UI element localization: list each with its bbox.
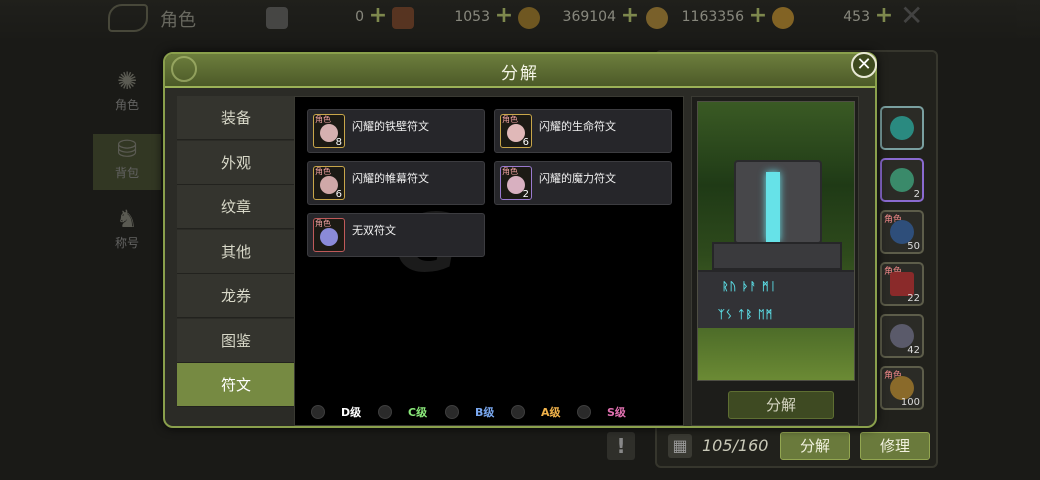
item-name: 闪耀的帷幕符文 [352,172,429,185]
dialog-header: 分解 [165,54,875,88]
inventory-slot[interactable]: 42 [880,314,924,358]
gem-icon [772,7,794,29]
rune-glyph-icon: ᛉᛊ ᛏᛒ ᛖᛗ [718,308,774,321]
item-icon [890,168,914,192]
item-name: 闪耀的铁壁符文 [352,120,429,133]
resource-counter-card: 0 + [266,5,388,29]
resource-value: 453 [843,9,870,25]
coin-ring-icon [518,7,540,29]
category-tabs: 装备 外观 纹章 其他 龙券 图鉴 符文 [177,96,301,408]
bg-nav-character[interactable]: ✺ 角色 [93,66,161,122]
grade-filter-a[interactable]: A级 [511,403,571,423]
rune-glyph-icon: ᚱᚢ ᚦᚨ ᛗᛁ [722,280,778,293]
rune-slot: 角色 6 [313,166,345,200]
card-icon [266,7,288,29]
crossed-swords-icon[interactable]: ✕ [900,2,926,30]
top-bar: 角色 0 + 1053 + 369104 + 1163356 + 453 + ✕ [0,0,1040,38]
add-plus-icon[interactable]: + [494,5,514,27]
inventory-slot[interactable]: 角色 50 [880,210,924,254]
tab-emblem[interactable]: 纹章 [177,185,295,229]
bg-nav-backpack[interactable]: ⛁ 背包 [93,134,161,190]
altar-middle [712,242,842,270]
preview-panel: ᚱᚢ ᚦᚨ ᛗᛁ ᛉᛊ ᛏᛒ ᛖᛗ 分解 [691,96,859,426]
screen-title: 角色 [160,10,196,31]
altar-glow [766,172,780,242]
radio-dot[interactable] [445,405,459,419]
inventory-slot[interactable]: 2 [880,158,924,202]
item-name: 无双符文 [352,224,396,237]
rune-slot: 角色 6 [500,114,532,148]
tab-equipment[interactable]: 装备 [177,96,295,140]
rune-slot: 角色 2 [500,166,532,200]
add-plus-icon[interactable]: + [368,5,388,27]
item-name: 闪耀的生命符文 [539,120,616,133]
resource-counter-coin: 369104 + [518,5,640,29]
grade-filter-c[interactable]: C级 [378,403,438,423]
item-list: G 角色 8 闪耀的铁壁符文 角色 6 闪耀的生命符文 角色 6 闪耀的帷幕符 [294,96,684,426]
tab-dragon-coupon[interactable]: 龙券 [177,274,295,318]
character-icon: ✺ [116,67,138,95]
radio-dot[interactable] [311,405,325,419]
list-item[interactable]: 角色 2 闪耀的魔力符文 [494,161,672,205]
rune-icon [320,228,338,246]
dialog-title: 分解 [501,64,539,84]
rune-slot: 角色 8 [313,114,345,148]
inventory-slot[interactable]: 角色 22 [880,262,924,306]
resource-counter-ticket: 1053 + [392,5,514,29]
backpack-icon: ⛁ [116,135,138,163]
tab-label: 符文 [220,376,251,394]
tab-codex[interactable]: 图鉴 [177,318,295,363]
grade-filter-b[interactable]: B级 [445,403,505,423]
resource-value: 0 [355,9,364,25]
grade-filter-d[interactable]: D级 [311,403,371,423]
bg-decompose-button[interactable]: 分解 [780,432,850,460]
ticket-icon [392,7,414,29]
rune-slot: 角色 [313,218,345,252]
resource-value: 1053 [454,9,490,25]
radio-dot[interactable] [577,405,591,419]
resource-counter-gold: 1163356 + [646,5,768,29]
gold-bag-icon [646,7,668,29]
bg-nav-title[interactable]: ♞ 称号 [93,204,161,260]
decompose-altar-image: ᚱᚢ ᚦᚨ ᛗᛁ ᛉᛊ ᛏᛒ ᛖᛗ [697,101,855,381]
grade-filter-s[interactable]: S级 [577,403,637,423]
tab-other[interactable]: 其他 [177,229,295,274]
inventory-slot[interactable] [880,106,924,150]
add-plus-icon[interactable]: + [874,5,894,27]
close-button[interactable]: ✕ [851,52,877,78]
inventory-slot[interactable]: 角色 100 [880,366,924,410]
game-logo-icon [108,4,148,32]
resource-value: 1163356 [681,9,744,25]
radio-dot[interactable] [378,405,392,419]
list-item[interactable]: 角色 8 闪耀的铁壁符文 [307,109,485,153]
add-plus-icon[interactable]: + [620,5,640,27]
list-item[interactable]: 角色 6 闪耀的生命符文 [494,109,672,153]
decompose-button[interactable]: 分解 [728,391,834,419]
tab-appearance[interactable]: 外观 [177,140,295,185]
resource-value: 369104 [562,9,616,25]
title-icon: ♞ [116,205,138,233]
add-plus-icon[interactable]: + [748,5,768,27]
repair-button[interactable]: 修理 [860,432,930,460]
decompose-dialog: 分解 ✕ 装备 外观 纹章 其他 龙券 图鉴 符文 G 角色 8 闪耀的铁壁符文… [163,52,877,428]
item-name: 闪耀的魔力符文 [539,172,616,185]
resource-counter-gem: 453 + [772,5,894,29]
radio-dot[interactable] [511,405,525,419]
list-item[interactable]: 角色 无双符文 [307,213,485,257]
inventory-capacity: 105/160 [702,436,769,455]
list-item[interactable]: 角色 6 闪耀的帷幕符文 [307,161,485,205]
alert-icon[interactable]: ! [607,432,635,460]
grid-view-icon[interactable]: ▦ [668,434,692,458]
item-icon [890,116,914,140]
tab-rune[interactable]: 符文 [177,363,301,407]
